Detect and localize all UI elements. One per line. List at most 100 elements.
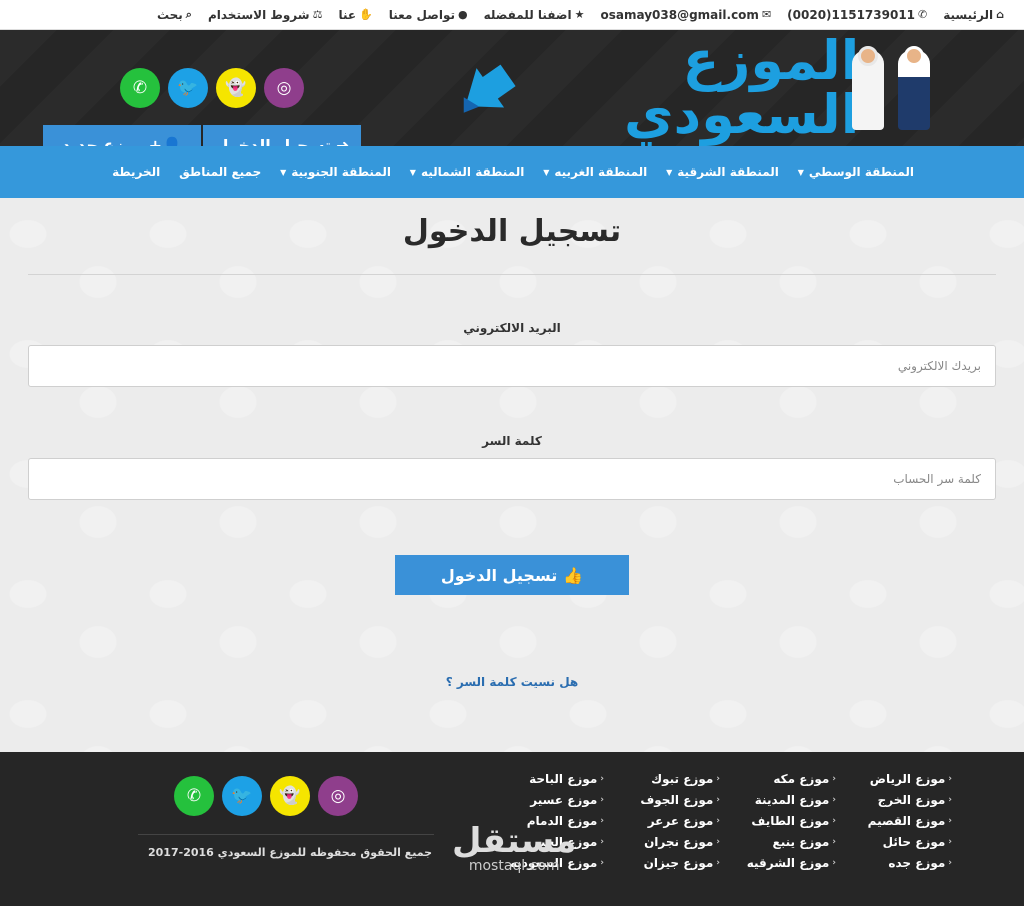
envelope-icon: ✉ xyxy=(761,8,772,21)
chevron-left-icon: ‹ xyxy=(716,857,720,868)
logo-arrow-icon xyxy=(463,64,516,113)
footer-link[interactable]: ‹ موزع الجوف xyxy=(604,791,720,808)
footer-column: ‹ موزع تبوك ‹ موزع الجوف ‹ موزع عرعر ‹ موزع … xyxy=(604,770,720,871)
nav-item-map[interactable]: الخريطة xyxy=(112,165,160,179)
nav-item-central[interactable]: المنطقة الوسطي ▼ xyxy=(798,165,914,179)
chevron-left-icon: ‹ xyxy=(600,836,604,847)
chevron-left-icon: ‹ xyxy=(600,815,604,826)
chat-icon: ● xyxy=(458,8,468,21)
caret-down-icon: ▼ xyxy=(797,167,804,177)
footer-link[interactable]: ‹ موزع الباحة xyxy=(488,770,604,787)
chevron-left-icon: ‹ xyxy=(716,836,720,847)
footer-link[interactable]: ‹ موزع مكه xyxy=(720,770,836,787)
login-section: تسجيل الدخول البريد الالكتروني كلمة السر… xyxy=(0,198,1024,752)
top-bar: ⌂ الرئيسية ✆ (0020)1151739011 ✉ osamay038@g… xyxy=(0,0,1024,30)
footer-link[interactable]: ‹ موزع الخرج xyxy=(836,791,952,808)
whatsapp-icon[interactable]: ✆ xyxy=(174,776,214,816)
topbar-link-home[interactable]: ⌂ الرئيسية xyxy=(943,8,1004,22)
site-header: الموزع السعودي ✆ 🐦 👻 ◎ ➜ تسجيل الدخول 👤+ م… xyxy=(0,30,1024,146)
twitter-icon[interactable]: 🐦 xyxy=(222,776,262,816)
footer-link[interactable]: ‹ موزع المدينة xyxy=(720,791,836,808)
footer-link[interactable]: ‹ موزع القصيم xyxy=(836,812,952,829)
caret-down-icon: ▼ xyxy=(409,167,416,177)
copyright-text: جميع الحقوق محفوظه للموزع السعودي 2016-2… xyxy=(147,846,432,859)
footer-link[interactable]: ‹ موزع عسير xyxy=(488,791,604,808)
chevron-left-icon: ‹ xyxy=(832,836,836,847)
whatsapp-icon[interactable]: ✆ xyxy=(120,68,160,108)
password-label: كلمة السر xyxy=(482,434,542,448)
footer-link[interactable]: ‹ موزع عرعر xyxy=(604,812,720,829)
topbar-link-terms[interactable]: ⚖ شروط الاستخدام xyxy=(208,8,322,22)
nav-item-all-regions[interactable]: جميع المناطق xyxy=(179,165,261,179)
chevron-left-icon: ‹ xyxy=(600,773,604,784)
topbar-link-contact[interactable]: ● تواصل معنا xyxy=(389,8,468,22)
chevron-left-icon: ‹ xyxy=(832,815,836,826)
phone-icon: ✆ xyxy=(918,8,928,21)
chevron-left-icon: ‹ xyxy=(948,836,952,847)
caret-down-icon: ▼ xyxy=(543,167,550,177)
footer-link[interactable]: ‹ موزع الرياض xyxy=(836,770,952,787)
topbar-link-favorite[interactable]: ★ اضفنا للمفضله xyxy=(484,8,585,22)
email-field[interactable] xyxy=(28,345,996,387)
caret-down-icon: ▼ xyxy=(280,167,287,177)
star-icon: ★ xyxy=(574,8,585,21)
sign-in-icon: ➜ xyxy=(336,135,350,147)
site-footer: ‹ موزع الرياض ‹ موزع الخرج ‹ موزع القصيم ‹ م… xyxy=(0,752,1024,906)
handshake-icon: ✋ xyxy=(359,8,373,21)
password-field[interactable] xyxy=(28,458,996,500)
main-nav: المنطقة الوسطي ▼ المنطقة الشرقية ▼ المنطقة… xyxy=(0,146,1024,198)
new-distributor-button[interactable]: 👤+ موزع جديد xyxy=(43,125,201,146)
nav-item-northern[interactable]: المنطقة الشماليه ▼ xyxy=(410,165,525,179)
footer-column: ‹ موزع الرياض ‹ موزع الخرج ‹ موزع القصيم ‹ م… xyxy=(836,770,952,871)
nav-item-eastern[interactable]: المنطقة الشرقية ▼ xyxy=(666,165,779,179)
nav-item-southern[interactable]: المنطقة الجنوبية ▼ xyxy=(280,165,391,179)
login-submit-button[interactable]: 👍 تسجيل الدخول xyxy=(395,555,629,595)
header-social: ✆ 🐦 👻 ◎ xyxy=(120,68,304,108)
twitter-icon[interactable]: 🐦 xyxy=(168,68,208,108)
chevron-left-icon: ‹ xyxy=(948,857,952,868)
user-plus-icon: 👤+ xyxy=(148,135,182,147)
instagram-icon[interactable]: ◎ xyxy=(318,776,358,816)
snapchat-icon[interactable]: 👻 xyxy=(216,68,256,108)
instagram-icon[interactable]: ◎ xyxy=(264,68,304,108)
chevron-left-icon: ‹ xyxy=(716,773,720,784)
footer-link[interactable]: ‹ موزع الطايف xyxy=(720,812,836,829)
chevron-left-icon: ‹ xyxy=(716,815,720,826)
topbar-link-about[interactable]: ✋ عنا xyxy=(338,8,372,22)
header-actions: ➜ تسجيل الدخول 👤+ موزع جديد xyxy=(43,125,361,146)
topbar-phone[interactable]: ✆ (0020)1151739011 xyxy=(787,8,927,22)
footer-link[interactable]: ‹ موزع تبوك xyxy=(604,770,720,787)
footer-link[interactable]: ‹ موزع حائل xyxy=(836,833,952,850)
footer-social: ✆ 🐦 👻 ◎ xyxy=(174,776,358,816)
footer-link[interactable]: ‹ موزع جده xyxy=(836,854,952,871)
chevron-left-icon: ‹ xyxy=(716,794,720,805)
home-icon: ⌂ xyxy=(996,8,1004,21)
chevron-left-icon: ‹ xyxy=(600,857,604,868)
footer-link[interactable]: ‹ موزع الشرقيه xyxy=(720,854,836,871)
chevron-left-icon: ‹ xyxy=(948,773,952,784)
mostaql-watermark: مستقل mostaql.com xyxy=(452,821,577,874)
snapchat-icon[interactable]: 👻 xyxy=(270,776,310,816)
scale-icon: ⚖ xyxy=(312,8,323,21)
footer-link[interactable]: ‹ موزع نجران xyxy=(604,833,720,850)
chevron-left-icon: ‹ xyxy=(600,794,604,805)
caret-down-icon: ▼ xyxy=(666,167,673,177)
footer-link[interactable]: ‹ موزع جيزان xyxy=(604,854,720,871)
chevron-left-icon: ‹ xyxy=(832,794,836,805)
nav-item-western[interactable]: المنطقة الغربيه ▼ xyxy=(543,165,647,179)
footer-divider xyxy=(138,834,434,835)
divider xyxy=(28,274,996,275)
forgot-password-link[interactable]: هل نسيت كلمة السر ؟ xyxy=(0,675,1024,689)
thumbs-up-icon: 👍 xyxy=(563,565,584,585)
page-title: تسجيل الدخول xyxy=(402,214,622,249)
logo-mascot xyxy=(852,40,936,136)
search-icon: ⌕ xyxy=(185,7,192,21)
chevron-left-icon: ‹ xyxy=(948,794,952,805)
footer-link[interactable]: ‹ موزع ينبع xyxy=(720,833,836,850)
site-logo[interactable]: الموزع السعودي xyxy=(456,34,936,142)
topbar-link-search[interactable]: ⌕ بحث xyxy=(157,8,192,22)
header-login-button[interactable]: ➜ تسجيل الدخول xyxy=(203,125,361,146)
footer-column: ‹ موزع مكه ‹ موزع المدينة ‹ موزع الطايف ‹ مو… xyxy=(720,770,836,871)
chevron-left-icon: ‹ xyxy=(832,773,836,784)
topbar-email[interactable]: ✉ osamay038@gmail.com xyxy=(601,8,772,22)
